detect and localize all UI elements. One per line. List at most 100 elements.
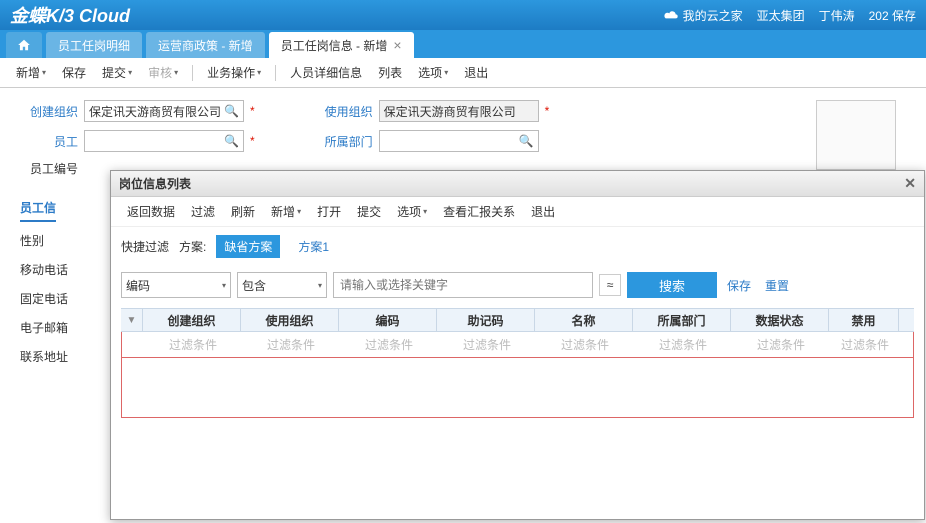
dialog-toolbar: 返回数据 过滤 刷新 新增▾ 打开 提交 选项▾ 查看汇报关系 退出: [111, 197, 924, 227]
home-icon: [17, 38, 31, 52]
use-org-input[interactable]: 保定讯天游商贸有限公司: [379, 100, 539, 122]
col-create-org[interactable]: 创建组织: [143, 309, 241, 331]
scheme-1[interactable]: 方案1: [290, 235, 337, 258]
reset-link[interactable]: 重置: [761, 277, 793, 294]
header-org[interactable]: 亚太集团: [757, 7, 805, 24]
close-icon[interactable]: ✕: [904, 175, 916, 192]
employee-no-label: 员工编号: [20, 160, 78, 177]
separator: [275, 65, 276, 81]
tb-option[interactable]: 选项▾: [412, 61, 454, 84]
grid-body: [121, 358, 914, 418]
search-icon[interactable]: 🔍: [224, 104, 239, 118]
dtb-submit[interactable]: 提交: [351, 200, 387, 223]
dept-label: 所属部门: [315, 133, 373, 150]
expand-toggle[interactable]: ≈: [599, 274, 621, 296]
filter-cell[interactable]: 过滤条件: [830, 332, 900, 357]
chevron-down-icon: ▾: [257, 68, 261, 77]
chevron-down-icon: ▾: [297, 207, 301, 216]
chevron-down-icon: ▾: [222, 281, 226, 290]
filter-cell[interactable]: 过滤条件: [732, 332, 830, 357]
cloud-link[interactable]: 我的云之家: [663, 7, 743, 24]
filter-cell[interactable]: 过滤条件: [438, 332, 536, 357]
main-toolbar: 新增▾ 保存 提交▾ 审核▾ 业务操作▾ 人员详细信息 列表 选项▾ 退出: [0, 58, 926, 88]
header-msg[interactable]: 202 保存: [869, 7, 916, 24]
dialog-scheme-row: 快捷过滤 方案: 缺省方案 方案1: [111, 227, 924, 266]
dtb-exit[interactable]: 退出: [525, 200, 561, 223]
col-disabled[interactable]: 禁用: [829, 309, 899, 331]
header-user[interactable]: 丁伟涛: [819, 7, 855, 24]
tb-new[interactable]: 新增▾: [10, 61, 52, 84]
filter-cell[interactable]: 过滤条件: [340, 332, 438, 357]
dialog-search-row: 编码▾ 包含▾ ≈ 搜索 保存 重置: [111, 266, 924, 304]
tb-exit[interactable]: 退出: [458, 61, 494, 84]
filter-indicator-icon[interactable]: ▼: [121, 309, 143, 331]
photo-placeholder[interactable]: [816, 100, 896, 170]
field-select[interactable]: 编码▾: [121, 272, 231, 298]
save-link[interactable]: 保存: [723, 277, 755, 294]
filter-cell[interactable]: 过滤条件: [634, 332, 732, 357]
tb-detail[interactable]: 人员详细信息: [284, 61, 368, 84]
chevron-down-icon: ▾: [174, 68, 178, 77]
chevron-down-icon: ▾: [444, 68, 448, 77]
tab-employee-detail[interactable]: 员工任岗明细: [46, 32, 142, 58]
tab-bar: 员工任岗明细 运营商政策 - 新增 员工任岗信息 - 新增 ×: [0, 30, 926, 58]
dtb-filter[interactable]: 过滤: [185, 200, 221, 223]
tab-employee-post-new[interactable]: 员工任岗信息 - 新增 ×: [269, 32, 414, 58]
dtb-report[interactable]: 查看汇报关系: [437, 200, 521, 223]
dept-input[interactable]: 🔍: [379, 130, 539, 152]
dtb-new[interactable]: 新增▾: [265, 200, 307, 223]
tab-home[interactable]: [6, 32, 42, 58]
dtb-open[interactable]: 打开: [311, 200, 347, 223]
create-org-label: 创建组织: [20, 103, 78, 120]
chevron-down-icon: ▾: [128, 68, 132, 77]
search-icon[interactable]: 🔍: [519, 134, 534, 148]
required-mark: *: [545, 104, 550, 118]
create-org-input[interactable]: 保定讯天游商贸有限公司 🔍: [84, 100, 244, 122]
chevron-down-icon: ▾: [423, 207, 427, 216]
keyword-input[interactable]: [333, 272, 593, 298]
filter-cell[interactable]: 过滤条件: [144, 332, 242, 357]
use-org-label: 使用组织: [315, 103, 373, 120]
grid-header: ▼ 创建组织 使用组织 编码 助记码 名称 所属部门 数据状态 禁用: [121, 308, 914, 332]
col-dept[interactable]: 所属部门: [633, 309, 731, 331]
search-icon[interactable]: 🔍: [224, 134, 239, 148]
double-chevron-icon: ≈: [607, 278, 614, 292]
tb-bizop[interactable]: 业务操作▾: [201, 61, 267, 84]
tb-list[interactable]: 列表: [372, 61, 408, 84]
required-mark: *: [250, 104, 255, 118]
subtab-employee-info[interactable]: 员工信: [20, 195, 56, 222]
col-use-org[interactable]: 使用组织: [241, 309, 339, 331]
filter-cell[interactable]: 过滤条件: [536, 332, 634, 357]
col-code[interactable]: 编码: [339, 309, 437, 331]
app-logo: 金蝶K/3 Cloud: [10, 2, 130, 28]
col-name[interactable]: 名称: [535, 309, 633, 331]
operator-select[interactable]: 包含▾: [237, 272, 327, 298]
tab-carrier-policy[interactable]: 运营商政策 - 新增: [146, 32, 265, 58]
post-list-dialog: 岗位信息列表 ✕ 返回数据 过滤 刷新 新增▾ 打开 提交 选项▾ 查看汇报关系…: [110, 170, 925, 520]
header-right: 我的云之家 亚太集团 丁伟涛 202 保存: [663, 7, 916, 24]
dtb-refresh[interactable]: 刷新: [225, 200, 261, 223]
dtb-back[interactable]: 返回数据: [121, 200, 181, 223]
employee-label: 员工: [20, 133, 78, 150]
tb-audit[interactable]: 审核▾: [142, 61, 184, 84]
close-icon[interactable]: ×: [393, 38, 401, 52]
employee-input[interactable]: 🔍: [84, 130, 244, 152]
dialog-titlebar[interactable]: 岗位信息列表 ✕: [111, 171, 924, 197]
app-header: 金蝶K/3 Cloud 我的云之家 亚太集团 丁伟涛 202 保存: [0, 0, 926, 30]
chevron-down-icon: ▾: [318, 281, 322, 290]
dialog-title-text: 岗位信息列表: [119, 175, 191, 192]
search-button[interactable]: 搜索: [627, 272, 717, 298]
filter-cell[interactable]: 过滤条件: [242, 332, 340, 357]
col-mnemonic[interactable]: 助记码: [437, 309, 535, 331]
chevron-down-icon: ▾: [42, 68, 46, 77]
col-status[interactable]: 数据状态: [731, 309, 829, 331]
quick-filter-label: 快捷过滤: [121, 238, 169, 255]
scheme-default[interactable]: 缺省方案: [216, 235, 280, 258]
required-mark: *: [250, 134, 255, 148]
separator: [192, 65, 193, 81]
cloud-icon: [663, 9, 679, 21]
tb-submit[interactable]: 提交▾: [96, 61, 138, 84]
scheme-label: 方案:: [179, 238, 206, 255]
tb-save[interactable]: 保存: [56, 61, 92, 84]
dtb-option[interactable]: 选项▾: [391, 200, 433, 223]
